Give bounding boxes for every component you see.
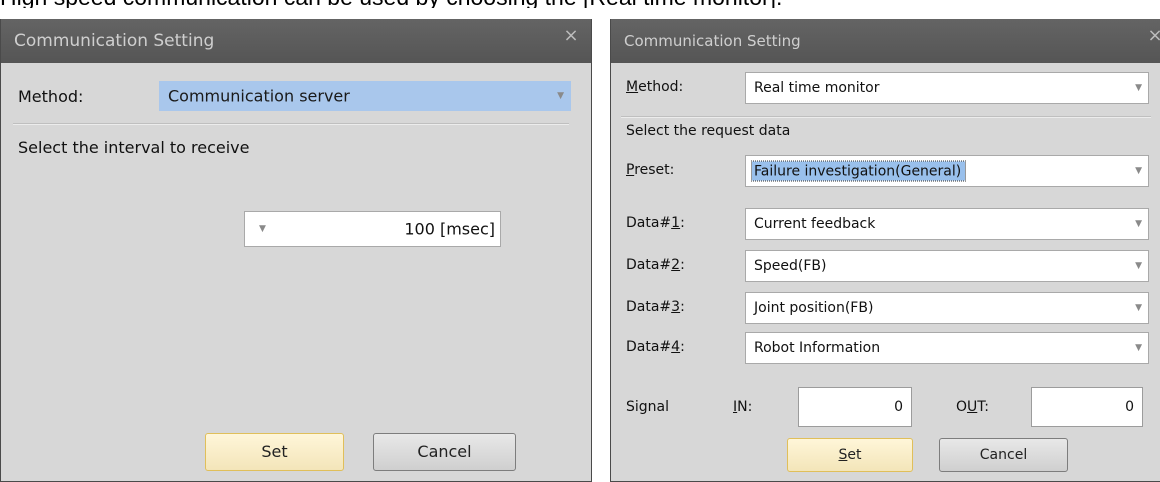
data3-value: Joint position(FB) (754, 300, 874, 316)
method-label: Method: (18, 87, 84, 106)
interval-prompt: Select the interval to receive (18, 138, 250, 157)
chevron-down-icon: ▼ (1135, 343, 1142, 353)
data2-value: Speed(FB) (754, 258, 827, 274)
communication-setting-dialog-right: Communication Setting × Method: Real tim… (610, 19, 1160, 482)
request-prompt: Select the request data (626, 123, 791, 139)
chevron-down-icon: ▼ (1135, 303, 1142, 313)
in-value: 0 (894, 399, 903, 415)
data4-value: Robot Information (754, 340, 881, 356)
cancel-button[interactable]: Cancel (373, 433, 516, 471)
data1-value: Current feedback (754, 216, 876, 232)
method-dropdown[interactable]: Communication server ▼ (159, 81, 571, 111)
method-value: Real time monitor (754, 80, 880, 96)
out-input[interactable]: 0 (1031, 387, 1143, 427)
method-value: Communication server (168, 86, 350, 106)
set-button-label: Set (261, 442, 288, 461)
set-button[interactable]: Set (205, 433, 344, 471)
chevron-down-icon: ▼ (1135, 261, 1142, 271)
out-value: 0 (1125, 399, 1134, 415)
method-dropdown[interactable]: Real time monitor ▼ (745, 72, 1149, 104)
data4-label: Data#4: (626, 339, 685, 355)
data2-dropdown[interactable]: Speed(FB) ▼ (745, 250, 1149, 282)
separator (13, 123, 569, 125)
preset-label: Preset: (626, 162, 675, 178)
chevron-down-icon: ▼ (259, 224, 266, 234)
in-label: IN: (733, 399, 753, 415)
cancel-button[interactable]: Cancel (939, 438, 1068, 472)
data2-label: Data#2: (626, 257, 685, 273)
interval-value: 100 [msec] (404, 219, 495, 239)
preset-value: Failure investigation(General) (750, 160, 967, 182)
title-bar: Communication Setting × (611, 19, 1160, 63)
chevron-down-icon: ▼ (557, 91, 564, 101)
dialog-title: Communication Setting (624, 32, 801, 50)
title-bar: Communication Setting × (1, 19, 591, 63)
set-button-label: Set (838, 447, 862, 463)
data4-dropdown[interactable]: Robot Information ▼ (745, 332, 1149, 364)
communication-setting-dialog-left: Communication Setting × Method: Communic… (0, 19, 592, 482)
signal-label: Signal (626, 399, 670, 415)
cancel-button-label: Cancel (417, 442, 472, 461)
data3-label: Data#3: (626, 299, 685, 315)
data3-dropdown[interactable]: Joint position(FB) ▼ (745, 292, 1149, 324)
dialog-title: Communication Setting (14, 31, 215, 51)
set-button[interactable]: Set (787, 438, 913, 472)
chevron-down-icon: ▼ (1135, 219, 1142, 229)
out-label: OUT: (956, 399, 990, 415)
interval-spinner[interactable]: ▼ 100 [msec] (244, 211, 501, 247)
separator (621, 116, 1151, 118)
page-caption: High speed communication can be used by … (0, 0, 1160, 8)
data1-label: Data#1: (626, 215, 685, 231)
preset-dropdown[interactable]: Failure investigation(General) ▼ (745, 155, 1149, 187)
in-input[interactable]: 0 (798, 387, 912, 427)
close-icon[interactable]: × (560, 25, 582, 47)
method-label: Method: (626, 79, 684, 95)
chevron-down-icon: ▼ (1135, 166, 1142, 176)
data1-dropdown[interactable]: Current feedback ▼ (745, 208, 1149, 240)
chevron-down-icon: ▼ (1135, 83, 1142, 93)
close-icon[interactable]: × (1144, 25, 1160, 47)
cancel-button-label: Cancel (979, 447, 1028, 463)
